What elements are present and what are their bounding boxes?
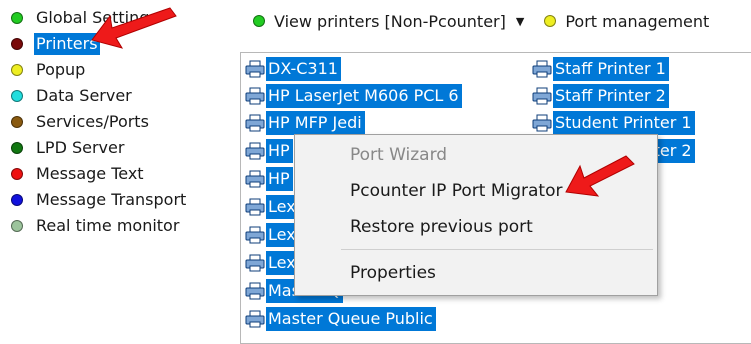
printer-icon <box>245 254 265 272</box>
menu-item-port-wizard[interactable]: Port Wizard <box>350 143 447 167</box>
sidebar-item-label: Popup <box>36 60 86 79</box>
printer-label: HP <box>266 167 293 191</box>
sidebar-item-label: Data Server <box>36 86 132 105</box>
status-dot-icon <box>11 220 23 232</box>
printer-item[interactable]: HP <box>244 167 293 191</box>
printer-item[interactable]: HP MFP Jedi <box>244 111 365 135</box>
printer-icon <box>245 282 265 300</box>
printer-label: Staff Printer 1 <box>553 57 669 81</box>
status-dot-icon <box>11 90 23 102</box>
printer-icon <box>245 310 265 328</box>
view-printers-dropdown[interactable]: View printers [Non-Pcounter] <box>274 12 506 31</box>
port-management-link[interactable]: Port management <box>565 12 709 31</box>
sidebar-item-label: Message Transport <box>36 190 187 209</box>
status-dot-icon <box>11 64 23 76</box>
annotation-arrow-icon <box>91 7 177 49</box>
printer-icon <box>245 114 265 132</box>
printer-label: DX-C311 <box>266 57 341 81</box>
status-dot-icon <box>11 168 23 180</box>
sidebar-item-message-text[interactable]: Message Text <box>11 162 146 186</box>
printer-label: Student Printer 1 <box>553 111 695 135</box>
printer-item[interactable]: Student Printer 1 <box>531 111 695 135</box>
printer-label: Master Queue Public <box>266 307 436 331</box>
printer-item[interactable]: Master Queue Public <box>244 307 436 331</box>
printer-item[interactable]: DX-C311 <box>244 57 341 81</box>
sidebar-item-label: Real time monitor <box>36 216 180 235</box>
printer-icon <box>245 226 265 244</box>
status-dot-icon <box>11 38 23 50</box>
sidebar-item-real-time-monitor[interactable]: Real time monitor <box>11 214 181 238</box>
sidebar-item-message-transport[interactable]: Message Transport <box>11 188 188 212</box>
sidebar-item-label: Services/Ports <box>36 112 149 131</box>
sidebar-item-data-server[interactable]: Data Server <box>11 84 134 108</box>
printer-label: Staff Printer 2 <box>553 84 669 108</box>
printer-icon <box>245 87 265 105</box>
menu-item-properties[interactable]: Properties <box>350 261 436 285</box>
menu-item-pcounter-ip-port-migrator[interactable]: Pcounter IP Port Migrator <box>350 179 562 203</box>
status-dot-icon <box>11 194 23 206</box>
sidebar-item-popup[interactable]: Popup <box>11 58 87 82</box>
chevron-down-icon[interactable]: ▼ <box>516 15 524 28</box>
printer-item[interactable]: HP <box>244 139 293 163</box>
printer-icon <box>245 142 265 160</box>
sidebar-item-label: Message Text <box>36 164 144 183</box>
toolbar: View printers [Non-Pcounter] ▼ Port mana… <box>253 8 709 34</box>
printer-label: HP LaserJet M606 PCL 6 <box>266 84 462 108</box>
printer-icon <box>245 60 265 78</box>
status-dot-icon <box>11 116 23 128</box>
annotation-arrow-icon <box>565 155 635 197</box>
printer-item[interactable]: Staff Printer 1 <box>531 57 669 81</box>
status-dot-icon <box>11 142 23 154</box>
printer-icon <box>532 87 552 105</box>
status-dot-icon <box>11 12 23 24</box>
printer-icon <box>532 114 552 132</box>
printer-item[interactable]: Lex <box>244 251 299 275</box>
status-dot-icon <box>544 15 557 27</box>
printer-item[interactable]: Lex <box>244 195 299 219</box>
status-dot-icon <box>253 15 265 27</box>
printer-item[interactable]: Lex <box>244 223 299 247</box>
printer-icon <box>245 198 265 216</box>
sidebar-item-label: LPD Server <box>36 138 125 157</box>
printer-icon <box>245 170 265 188</box>
printer-icon <box>532 60 552 78</box>
printer-item[interactable]: Staff Printer 2 <box>531 84 669 108</box>
printer-label: HP <box>266 139 293 163</box>
menu-separator <box>341 249 653 250</box>
printer-label: HP MFP Jedi <box>266 111 365 135</box>
printer-item[interactable]: HP LaserJet M606 PCL 6 <box>244 84 462 108</box>
sidebar-item-lpd-server[interactable]: LPD Server <box>11 136 126 160</box>
menu-item-restore-previous-port[interactable]: Restore previous port <box>350 215 533 239</box>
sidebar-item-services-ports[interactable]: Services/Ports <box>11 110 151 134</box>
